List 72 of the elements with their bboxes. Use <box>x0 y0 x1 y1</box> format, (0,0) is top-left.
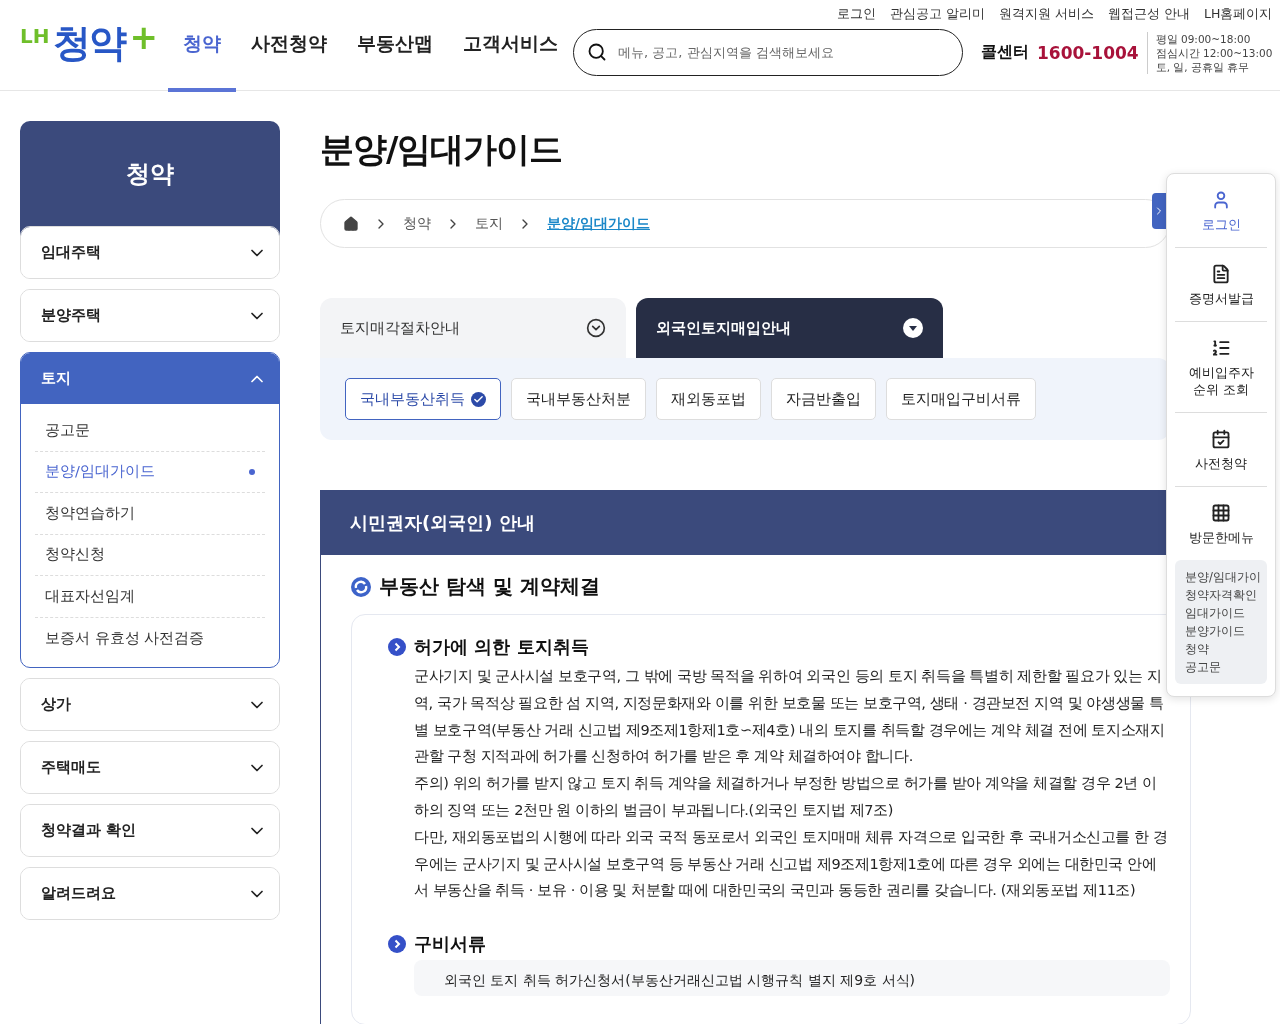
utility-link[interactable]: 로그인 <box>837 6 876 23</box>
sidebar-item[interactable]: 청약신청 <box>35 534 265 576</box>
recent-menu-link[interactable]: 분양/임대가이 <box>1185 568 1257 586</box>
numbered-list-icon <box>1211 338 1231 358</box>
sub-tab[interactable]: 국내부동산처분 <box>511 378 646 420</box>
active-dot <box>249 468 255 475</box>
block-heading: 허가에 의한 토지취득 <box>414 635 589 659</box>
utility-link[interactable]: 원격지원 서비스 <box>999 6 1094 23</box>
chevron-circle-icon <box>388 935 406 954</box>
refresh-icon <box>351 576 371 597</box>
business-hours: 점심시간 12:00~13:00 <box>1155 45 1273 60</box>
utility-link[interactable]: LH홈페이지 <box>1203 6 1273 23</box>
sidebar-item[interactable]: 보증서 유효성 사전검증 <box>35 617 265 659</box>
body-paragraph: 다만, 재외동포법의 시행에 따라 외국 국적 동포로서 외국인 토지매매 체류 자격으로 입국한 후 국내거소신고를 한 경우에는 군사기지 및 군사시설 보호구역 등 부동산 거래 신고법 제9조제1항제1호에 따른 경우 외에는 대한민국 안에서 부동산을 취득 · 보유 · 이용 및 처분할 때에 대한민국의 국민과 동등한 권리를 갖습니다. (재외동포법 제11조) <box>414 827 1169 901</box>
recent-menu-link[interactable]: 청약자격확인 <box>1185 586 1257 604</box>
body-paragraph: 군사기지 및 군사시설 보호구역, 그 밖에 국방 목적을 위하여 외국인 등의 토지 취득을 특별히 제한할 필요가 있는 지역, 국가 목적상 필요한 섬 지역, 지정문화재와 이를 위한 보호물 또는 보호구역, 생태 · 경관보전 지역 및 야생생물 특별 보호구역(부동산 거래 신고법 제9조제1항제1호∽제4호) 내의 토지를 취득할 경우에는 계약 체결 전에 토지소재지 관할 구청 지적과에 허가를 신청하여 허가를 받은 후 계약 체결하여야 합니다. <box>414 667 1166 767</box>
chevron-circle-icon <box>388 638 406 656</box>
sidebar-group[interactable]: 알려드려요 <box>21 868 279 919</box>
content-tab[interactable]: 토지매각절차안내 <box>320 298 626 358</box>
nav-tab[interactable]: 청약 <box>168 0 236 92</box>
sidebar-group[interactable]: 토지 <box>21 353 279 404</box>
recent-menu-link[interactable]: 청약 <box>1185 640 1257 658</box>
sidebar-group[interactable]: 주택매도 <box>21 742 279 793</box>
sub-tab[interactable]: 국내부동산취득 <box>345 378 501 420</box>
sidebar-item[interactable]: 공고문 <box>35 410 265 452</box>
quick-menu-item[interactable]: 로그인 <box>1175 174 1267 248</box>
quick-menu-item[interactable]: 사전청약 <box>1175 413 1267 487</box>
chevron-circle-icon <box>903 318 923 338</box>
sidebar-group[interactable]: 청약결과 확인 <box>21 805 279 856</box>
search-field[interactable]: 메뉴, 공고, 관심지역을 검색해보세요 <box>573 29 963 76</box>
call-center-label: 콜센터 <box>981 42 1029 63</box>
business-hours: 평일 09:00~18:00 <box>1155 31 1252 46</box>
recent-menu-link[interactable]: 공고문 <box>1185 658 1257 676</box>
check-icon <box>471 391 486 407</box>
calendar-check-icon <box>1211 429 1231 449</box>
quick-menu-item[interactable]: 예비입주자 순위 조회 <box>1175 322 1267 413</box>
utility-link[interactable]: 관심공고 알리미 <box>890 6 985 23</box>
sidebar-group[interactable]: 상가 <box>21 679 279 730</box>
quick-menu-toggle[interactable] <box>1152 193 1166 229</box>
document-item: 외국인 토지 취득 허가신청서(부동산거래신고법 시행규칙 별지 제9호 서식) <box>444 972 916 991</box>
sub-tab[interactable]: 자금반출입 <box>771 378 876 420</box>
search-icon <box>587 42 607 62</box>
body-paragraph: 주의) 위의 허가를 받지 않고 토지 취득 계약을 체결하거나 부정한 방법으로 허가를 받아 계약을 체결할 경우 2년 이하의 징역 또는 2천만 원 이하의 벌금이 부과됩니다.(외국인 토지법 제7조) <box>414 774 1158 820</box>
page-title: 분양/임대가이드 <box>320 128 564 171</box>
sub-tab[interactable]: 재외동포법 <box>656 378 761 420</box>
recent-menu-link[interactable]: 임대가이드 <box>1185 604 1257 622</box>
home-icon[interactable] <box>343 215 359 232</box>
sidebar-item[interactable]: 청약연습하기 <box>35 493 265 535</box>
breadcrumb-link[interactable]: 토지 <box>475 214 503 233</box>
breadcrumb-link[interactable]: 분양/임대가이드 <box>547 214 650 233</box>
sub-tab[interactable]: 토지매입구비서류 <box>886 378 1036 420</box>
utility-link[interactable]: 웹접근성 안내 <box>1107 6 1190 23</box>
sidebar-group[interactable]: 분양주택 <box>21 290 279 341</box>
section-heading: 부동산 탐색 및 계약체결 <box>379 573 600 600</box>
nav-tab[interactable]: 사전청약 <box>236 0 342 92</box>
nav-tab[interactable]: 고객서비스 <box>448 0 573 92</box>
recent-menu-link[interactable]: 분양가이드 <box>1185 622 1257 640</box>
business-hours: 토, 일, 공휴일 휴무 <box>1155 59 1251 74</box>
sidebar-item[interactable]: 분양/임대가이드 <box>35 451 265 493</box>
sidebar-item[interactable]: 대표자선임계 <box>35 576 265 618</box>
sidebar-group[interactable]: 임대주택 <box>21 227 279 278</box>
breadcrumb-link[interactable]: 청약 <box>403 214 431 233</box>
content-tab[interactable]: 외국인토지매입안내 <box>636 298 943 358</box>
document-icon <box>1211 264 1231 284</box>
call-center-number: 1600-1004 <box>1037 42 1139 63</box>
quick-menu-item[interactable]: 방문한메뉴 <box>1175 487 1267 560</box>
nav-tab[interactable]: 부동산맵 <box>342 0 448 92</box>
chevron-circle-icon <box>586 318 606 338</box>
block-heading: 구비서류 <box>414 932 486 957</box>
quick-menu-item[interactable]: 증명서발급 <box>1175 248 1267 322</box>
grid-icon <box>1211 503 1231 523</box>
user-icon <box>1211 190 1231 210</box>
